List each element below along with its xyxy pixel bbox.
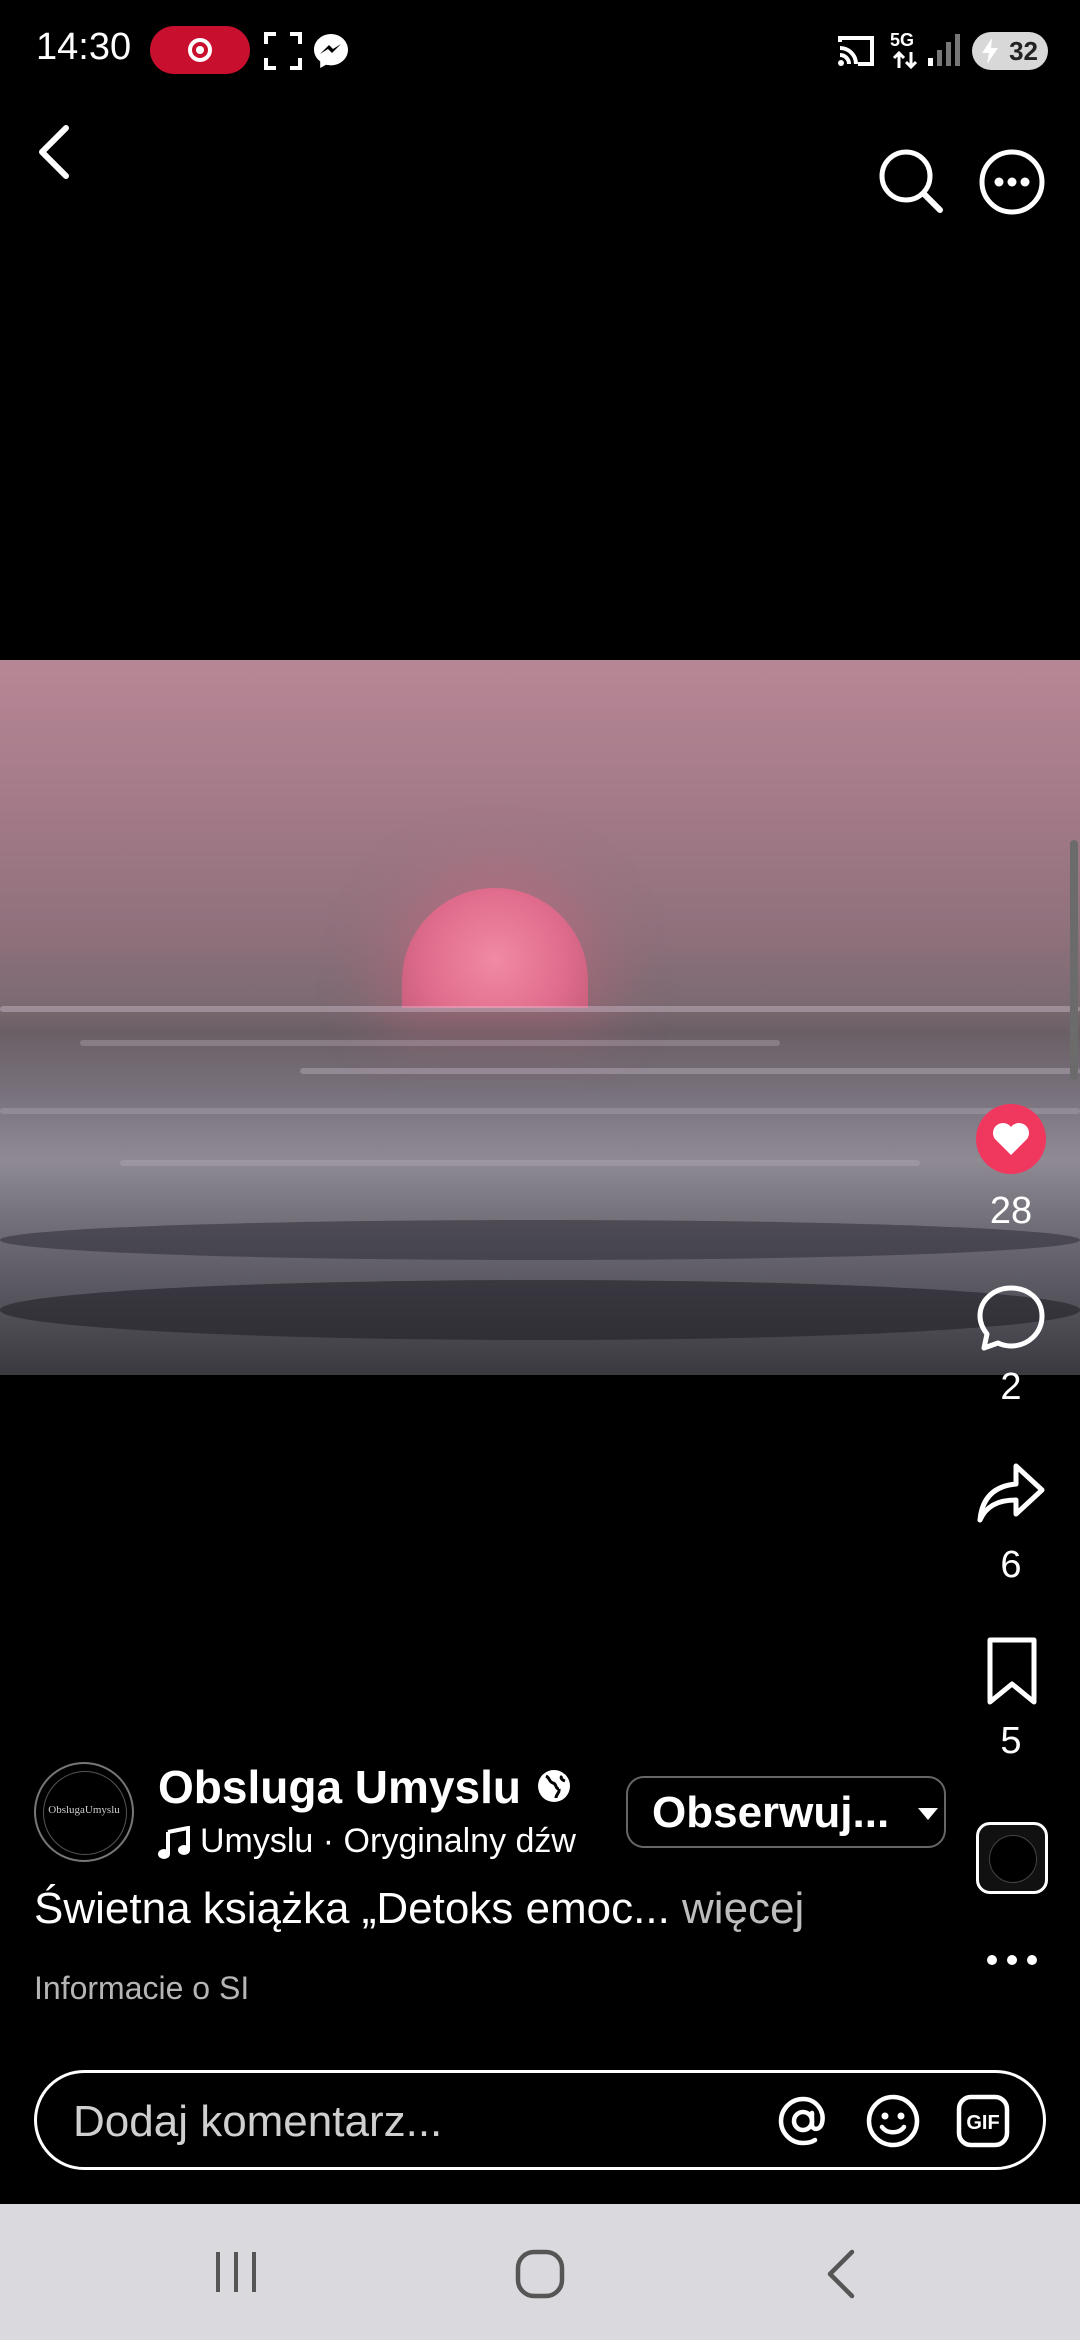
save-count: 5 [1000,1720,1022,1762]
battery-indicator: 32 [972,32,1048,70]
video-player[interactable] [0,660,1080,1375]
home-icon[interactable] [514,2248,566,2300]
battery-level: 32 [1009,36,1038,66]
comment-count: 2 [1000,1366,1022,1408]
emoji-icon[interactable] [865,2093,921,2149]
globe-icon [538,1770,570,1802]
charging-icon [982,38,998,64]
audio-thumbnail[interactable] [976,1822,1048,1894]
follow-label: Obserwuj... [652,1788,890,1837]
messenger-icon [314,34,348,68]
recent-apps-icon[interactable] [212,2250,262,2294]
author-avatar[interactable]: ObslugaUmyslu [34,1762,134,1862]
like-count: 28 [989,1190,1033,1232]
system-nav-bar [0,2204,1080,2340]
caption-text: Świetna książka „Detoks emoc... [34,1884,670,1933]
back-arrow-icon[interactable] [30,122,80,182]
screenshot-icon [264,32,302,70]
author-name[interactable]: Obsluga Umyslu [158,1760,521,1814]
screen-record-indicator[interactable] [150,26,250,74]
follow-button[interactable]: Obserwuj... [626,1776,946,1848]
gif-icon[interactable]: GIF [955,2093,1011,2149]
heart-icon [993,1123,1029,1155]
signal-icon [928,34,960,66]
caption-more-link[interactable]: więcej [682,1884,804,1933]
bookmark-icon[interactable] [984,1636,1040,1706]
comment-placeholder: Dodaj komentarz... [73,2097,443,2146]
search-icon[interactable] [878,148,944,214]
back-nav-icon[interactable] [822,2248,862,2300]
share-count: 6 [1000,1544,1022,1586]
video-sun [402,888,588,1008]
comment-icon[interactable] [976,1284,1046,1354]
caption[interactable]: Świetna książka „Detoks emoc... więcej [34,1884,804,1934]
music-note-icon [158,1826,190,1859]
network-type: 5G [890,30,915,50]
audio-track[interactable]: Umyslu · Oryginalny dźw [200,1822,604,1868]
status-time: 14:30 [36,26,132,68]
data-arrows-icon [892,50,918,70]
audio-track-text: Umyslu · Oryginalny dźw [200,1822,576,1860]
ai-info-link[interactable]: Informacie o SI [34,1970,249,2007]
status-bar: 14:30 5G 32 [0,0,1080,100]
comment-input[interactable]: Dodaj komentarz... GIF [34,2070,1046,2170]
cast-icon [838,36,874,66]
svg-text:GIF: GIF [966,2112,999,2134]
scroll-indicator [1070,840,1078,1080]
share-icon[interactable] [976,1462,1046,1526]
mention-icon[interactable] [775,2093,831,2149]
chevron-down-icon [918,1808,938,1820]
more-horizontal-icon[interactable] [982,1950,1042,1970]
more-options-icon[interactable] [978,148,1046,216]
like-button[interactable] [976,1104,1046,1174]
avatar-text: ObslugaUmyslu [48,1804,120,1816]
